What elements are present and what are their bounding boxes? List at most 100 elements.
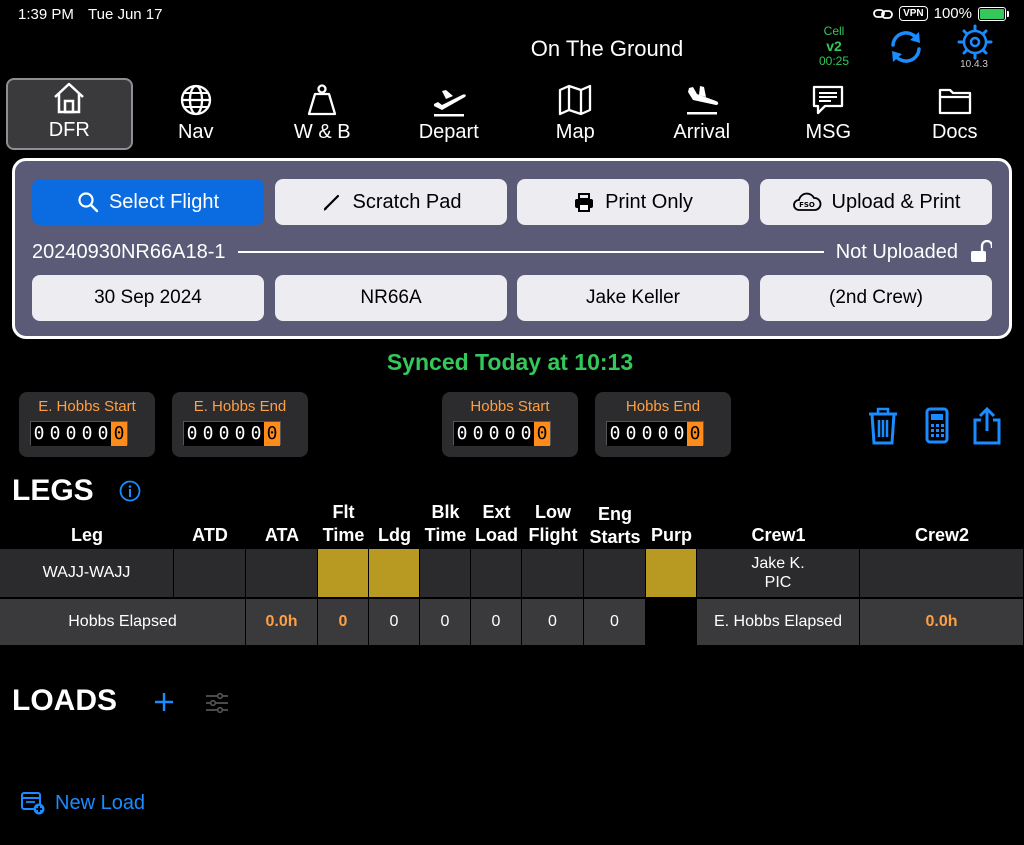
digit: 0 bbox=[655, 422, 671, 446]
leg-route-cell[interactable]: WAJJ-WAJJ bbox=[0, 549, 174, 597]
total-eng-starts: 0 bbox=[584, 599, 646, 645]
eng-starts-cell[interactable] bbox=[584, 549, 646, 597]
ldg-cell[interactable] bbox=[369, 549, 420, 597]
second-crew-button[interactable]: (2nd Crew) bbox=[760, 275, 992, 321]
total-blk-time: 0 bbox=[420, 599, 471, 645]
hobbs-digits: 000000 bbox=[453, 421, 551, 446]
col-blk-time: Blk Time bbox=[420, 501, 471, 547]
new-load-button[interactable]: New Load bbox=[20, 790, 145, 816]
select-flight-label: Select Flight bbox=[108, 190, 220, 213]
tab-arrival[interactable]: Arrival bbox=[639, 78, 766, 150]
purp-cell[interactable] bbox=[646, 549, 697, 597]
pilot-button[interactable]: Jake Keller bbox=[517, 275, 749, 321]
hobbs-label: E. Hobbs Start bbox=[38, 398, 136, 415]
crew2-cell[interactable] bbox=[860, 549, 1024, 597]
e-hobbs-elapsed-value: 0.0h bbox=[860, 599, 1024, 645]
col-low-flight: Low Flight bbox=[522, 501, 584, 547]
col-ldg: Ldg bbox=[378, 525, 411, 545]
vpn-badge: VPN bbox=[899, 6, 928, 21]
message-icon bbox=[813, 85, 844, 115]
globe-icon bbox=[180, 84, 211, 116]
col-crew1: Crew1 bbox=[751, 525, 806, 545]
digit: 0 bbox=[623, 422, 639, 446]
gear-icon[interactable] bbox=[955, 24, 995, 60]
trash-icon[interactable] bbox=[866, 406, 900, 446]
sync-icon[interactable] bbox=[885, 26, 927, 68]
date-button[interactable]: 30 Sep 2024 bbox=[32, 275, 264, 321]
digit: 0 bbox=[200, 422, 216, 446]
tab-label: Arrival bbox=[673, 121, 731, 143]
tab-weight-balance[interactable]: W & B bbox=[259, 78, 386, 150]
tab-depart[interactable]: Depart bbox=[386, 78, 513, 150]
hobbs-end[interactable]: Hobbs End 000000 bbox=[595, 392, 731, 457]
e-hobbs-end[interactable]: E. Hobbs End 000000 bbox=[172, 392, 308, 457]
col-atd: ATD bbox=[192, 525, 228, 545]
sync-status: Synced Today at 10:13 bbox=[386, 349, 634, 375]
crew1-cell[interactable]: Jake K. PIC bbox=[697, 549, 860, 597]
cell-time: 00:25 bbox=[818, 54, 850, 68]
col-flt-line1: Flt bbox=[332, 502, 355, 522]
battery-icon bbox=[978, 6, 1009, 21]
atd-cell[interactable] bbox=[174, 549, 246, 597]
tab-bar: DFR Nav W & B Depart Map Arrival MSG Doc… bbox=[6, 78, 1018, 150]
sliders-icon[interactable] bbox=[204, 692, 230, 714]
total-low-flight: 0 bbox=[522, 599, 584, 645]
digit-tenths: 0 bbox=[534, 422, 550, 446]
aircraft-button[interactable]: NR66A bbox=[275, 275, 507, 321]
total-flt-time: 0 bbox=[318, 599, 369, 645]
scratch-pad-button[interactable]: Scratch Pad bbox=[275, 179, 507, 225]
status-right: VPN 100% bbox=[873, 5, 1009, 22]
folder-icon bbox=[938, 88, 971, 115]
tab-label: MSG bbox=[805, 121, 852, 143]
digit: 0 bbox=[518, 422, 534, 446]
tab-label: Depart bbox=[418, 121, 479, 143]
print-only-button[interactable]: Print Only bbox=[517, 179, 749, 225]
low-flight-cell[interactable] bbox=[522, 549, 584, 597]
digit: 0 bbox=[184, 422, 200, 446]
total-ext-load: 0 bbox=[471, 599, 522, 645]
tab-nav[interactable]: Nav bbox=[133, 78, 260, 150]
col-eng-line2: Starts bbox=[589, 527, 641, 547]
digit: 0 bbox=[232, 422, 248, 446]
col-low-line1: Low bbox=[535, 502, 571, 522]
tab-msg[interactable]: MSG bbox=[765, 78, 892, 150]
battery-percent: 100% bbox=[933, 5, 972, 22]
col-flt-time: Flt Time bbox=[318, 501, 369, 547]
digit-tenths: 0 bbox=[687, 422, 703, 446]
link-icon bbox=[873, 8, 893, 19]
home-icon bbox=[54, 82, 85, 114]
tab-docs[interactable]: Docs bbox=[892, 78, 1019, 150]
digit: 0 bbox=[470, 422, 486, 446]
digit: 0 bbox=[248, 422, 264, 446]
unlock-icon[interactable] bbox=[970, 240, 992, 264]
digit: 0 bbox=[95, 422, 111, 446]
total-purp-empty bbox=[646, 599, 697, 645]
share-icon[interactable] bbox=[970, 406, 1004, 446]
ata-cell[interactable] bbox=[246, 549, 318, 597]
col-eng-starts: Eng Starts bbox=[584, 503, 646, 549]
info-icon[interactable] bbox=[119, 480, 141, 502]
cell-label: Cell bbox=[823, 24, 845, 38]
ext-load-cell[interactable] bbox=[471, 549, 522, 597]
tab-dfr[interactable]: DFR bbox=[6, 78, 133, 150]
calculator-icon[interactable] bbox=[920, 406, 954, 446]
hobbs-start[interactable]: Hobbs Start 000000 bbox=[442, 392, 578, 457]
col-blk-line1: Blk bbox=[431, 502, 460, 522]
blk-time-cell[interactable] bbox=[420, 549, 471, 597]
hobbs-label: Hobbs End bbox=[625, 398, 701, 415]
e-hobbs-start[interactable]: E. Hobbs Start 000000 bbox=[19, 392, 155, 457]
digit: 0 bbox=[502, 422, 518, 446]
select-flight-button[interactable]: Select Flight bbox=[32, 179, 264, 225]
col-ext-line1: Ext bbox=[482, 502, 511, 522]
digit: 0 bbox=[79, 422, 95, 446]
tab-label: Docs bbox=[931, 121, 978, 143]
flt-time-cell[interactable] bbox=[318, 549, 369, 597]
plane-arrival-icon bbox=[686, 86, 718, 115]
hobbs-elapsed-value: 0.0h bbox=[246, 599, 318, 645]
tab-map[interactable]: Map bbox=[512, 78, 639, 150]
upload-status: Not Uploaded bbox=[835, 240, 958, 263]
upload-print-button[interactable]: FSO Upload & Print bbox=[760, 179, 992, 225]
tab-label: Map bbox=[555, 121, 595, 143]
col-ext-load: Ext Load bbox=[471, 501, 522, 547]
add-load-icon[interactable] bbox=[152, 690, 176, 714]
